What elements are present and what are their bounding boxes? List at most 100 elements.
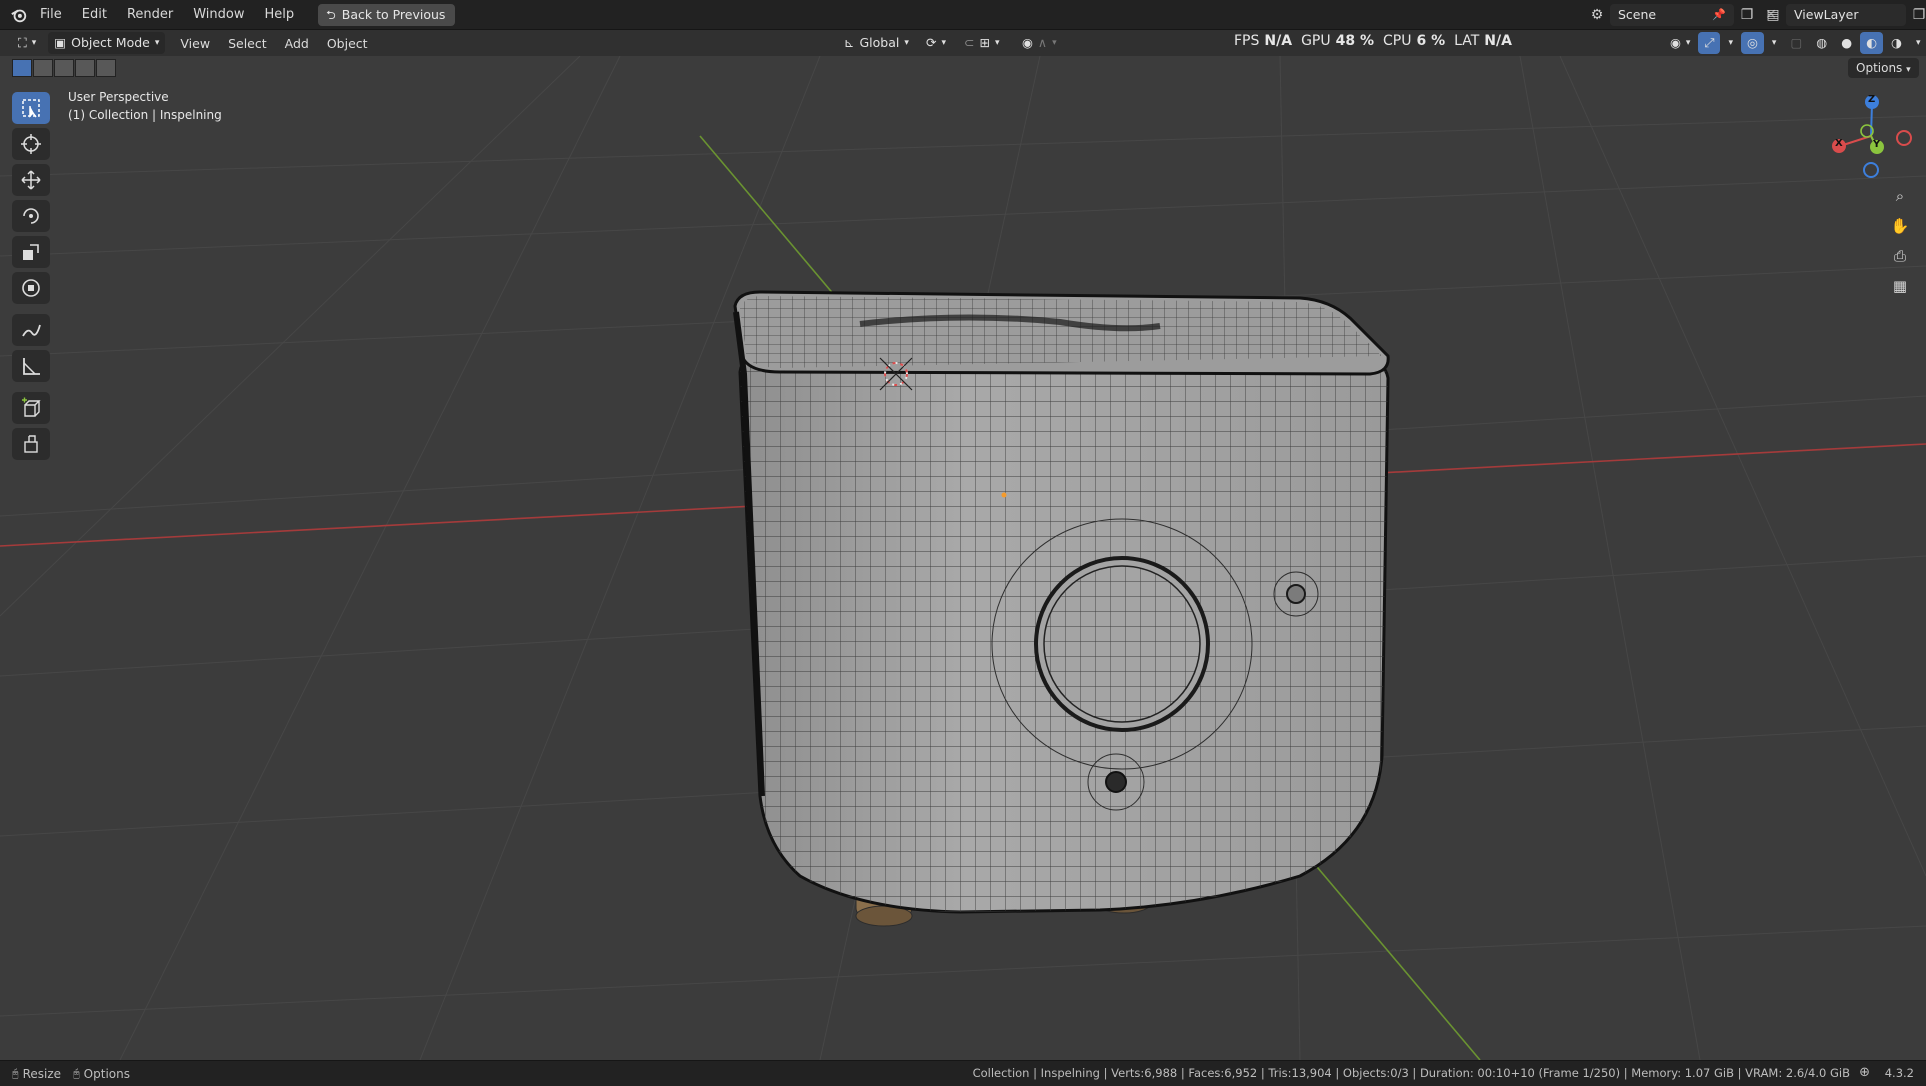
shading-solid[interactable]: ● bbox=[1835, 32, 1858, 54]
status-resize: Resize bbox=[22, 1066, 62, 1081]
measure-icon bbox=[23, 358, 40, 375]
new-view-layer-icon[interactable]: ❐ bbox=[1908, 4, 1926, 26]
rotate-tool[interactable] bbox=[12, 200, 50, 232]
select-new-icon[interactable] bbox=[12, 59, 32, 77]
selection-mode-buttons bbox=[12, 59, 116, 77]
annotate-tool[interactable] bbox=[12, 314, 50, 346]
menu-help[interactable]: Help bbox=[255, 4, 305, 26]
visibility-dropdown[interactable]: ◉ ▾ bbox=[1664, 32, 1696, 54]
gpu-label: GPU bbox=[1301, 33, 1331, 49]
scale-tool[interactable] bbox=[12, 236, 50, 268]
gizmo-options-dropdown[interactable]: ▾ bbox=[1722, 32, 1739, 54]
menu-object[interactable]: Object bbox=[318, 36, 377, 51]
select-box-icon bbox=[22, 99, 40, 118]
proportional-edit-icon: ◉ bbox=[1022, 35, 1033, 50]
transform-tool[interactable] bbox=[12, 272, 50, 304]
snap-increment-icon: ⊞ bbox=[979, 35, 990, 50]
shading-material[interactable]: ◐ bbox=[1860, 32, 1884, 54]
gizmo-dropdown[interactable]: ⤢ bbox=[1698, 32, 1721, 54]
ortho-grid-icon[interactable]: ▦ bbox=[1886, 272, 1914, 300]
annotate-icon bbox=[22, 324, 41, 337]
scene-selector-icon[interactable]: ⚙ bbox=[1586, 4, 1608, 26]
back-to-previous-label: Back to Previous bbox=[341, 6, 446, 22]
snap-dropdown[interactable]: ⊂ ⊞ ▾ bbox=[958, 32, 1006, 54]
add-cube-tool[interactable] bbox=[12, 392, 50, 424]
scene-name: Scene bbox=[1618, 7, 1657, 22]
transform-orientation-dropdown[interactable]: ⊾ Global ▾ bbox=[838, 32, 915, 54]
extrude-tool[interactable] bbox=[12, 428, 50, 460]
menu-view[interactable]: View bbox=[171, 36, 219, 51]
pan-hand-icon[interactable]: ✋ bbox=[1886, 212, 1914, 240]
measure-tool[interactable] bbox=[12, 350, 50, 382]
gizmo-y-label: Y bbox=[1873, 139, 1881, 150]
move-icon bbox=[21, 170, 41, 190]
scene-field[interactable]: Scene 📌 bbox=[1610, 4, 1734, 26]
menu-add[interactable]: Add bbox=[276, 36, 318, 51]
shading-options-dropdown[interactable]: ▾ bbox=[1910, 32, 1926, 54]
menu-file[interactable]: File bbox=[30, 4, 72, 26]
viewport-scene bbox=[0, 56, 1926, 1060]
lat-value: N/A bbox=[1484, 33, 1512, 49]
pivot-icon: ⟳ bbox=[926, 35, 937, 50]
blender-logo-icon[interactable] bbox=[8, 4, 30, 26]
xray-icon: ▢ bbox=[1790, 35, 1803, 50]
editor-type-dropdown[interactable]: ⛶ ▾ bbox=[12, 32, 42, 54]
3d-cursor-icon[interactable] bbox=[879, 357, 913, 391]
gizmo-z-negative[interactable] bbox=[1863, 162, 1879, 178]
new-scene-icon[interactable]: ❐ bbox=[1736, 4, 1758, 26]
view-layer-selector-icon[interactable]: ▤ bbox=[1762, 4, 1784, 26]
gizmo-x-negative[interactable] bbox=[1896, 130, 1912, 146]
cpu-label: CPU bbox=[1383, 33, 1412, 49]
back-to-previous-button[interactable]: ⮌ Back to Previous bbox=[318, 3, 456, 26]
camera-view-icon[interactable]: ⎙ bbox=[1886, 242, 1914, 270]
gizmo-icon: ⤢ bbox=[1704, 35, 1715, 50]
shading-wireframe[interactable]: ◍ bbox=[1810, 32, 1833, 54]
navigation-gizmo[interactable]: Z Y X bbox=[1826, 88, 1916, 178]
cursor-icon bbox=[21, 134, 41, 154]
rotate-icon bbox=[23, 208, 39, 224]
move-tool[interactable] bbox=[12, 164, 50, 196]
select-invert-icon[interactable] bbox=[75, 59, 95, 77]
3d-viewport[interactable]: User Perspective (1) Collection | Inspel… bbox=[0, 56, 1926, 1060]
scene-statistics: Collection | Inspelning | Verts:6,988 | … bbox=[972, 1066, 1850, 1080]
falloff-icon: ∧ bbox=[1037, 35, 1048, 50]
magnet-icon: ⊂ bbox=[964, 35, 975, 50]
perspective-label: User Perspective bbox=[68, 90, 169, 104]
select-subtract-icon[interactable] bbox=[54, 59, 74, 77]
solid-sphere-icon: ● bbox=[1841, 35, 1853, 50]
select-intersect-icon[interactable] bbox=[96, 59, 116, 77]
status-bar: 🖰 Resize 🖰 Options Collection | Inspelni… bbox=[0, 1060, 1926, 1086]
view-layer-name: ViewLayer bbox=[1794, 7, 1859, 22]
menu-window[interactable]: Window bbox=[183, 4, 254, 26]
view-layer-field[interactable]: ViewLayer bbox=[1786, 4, 1906, 26]
fps-value: N/A bbox=[1264, 33, 1293, 49]
extrude-icon bbox=[24, 435, 38, 453]
overlays-options-dropdown[interactable]: ▾ bbox=[1766, 32, 1783, 54]
mode-dropdown[interactable]: ▣ Object Mode ▾ bbox=[48, 32, 166, 54]
xray-toggle[interactable]: ▢ bbox=[1784, 32, 1808, 54]
object-mode-icon: ▣ bbox=[54, 35, 67, 50]
select-extend-icon[interactable] bbox=[33, 59, 53, 77]
status-options: Options bbox=[83, 1066, 130, 1081]
object-origin-point bbox=[1001, 492, 1007, 498]
mouse-icon: 🖰 bbox=[73, 1066, 80, 1080]
mode-label: Object Mode bbox=[71, 35, 150, 50]
select-box-tool[interactable] bbox=[12, 92, 50, 124]
zoom-icon[interactable]: ⌕ bbox=[1886, 182, 1914, 210]
gpu-value: 48 % bbox=[1335, 33, 1374, 49]
cursor-tool[interactable] bbox=[12, 128, 50, 160]
menu-select[interactable]: Select bbox=[219, 36, 276, 51]
menu-edit[interactable]: Edit bbox=[72, 4, 117, 26]
gizmo-z-label: Z bbox=[1868, 94, 1876, 105]
wireframe-sphere-icon: ◍ bbox=[1816, 35, 1828, 50]
shading-rendered[interactable]: ◑ bbox=[1885, 32, 1908, 54]
cpu-value: 6 % bbox=[1416, 33, 1446, 49]
options-button[interactable]: Options ▾ bbox=[1848, 58, 1919, 78]
3d-viewport-icon: ⛶ bbox=[18, 35, 27, 50]
overlays-icon: ◎ bbox=[1747, 35, 1758, 50]
menu-render[interactable]: Render bbox=[117, 4, 183, 26]
overlays-dropdown[interactable]: ◎ bbox=[1741, 32, 1764, 54]
mouse-icon: 🖰 bbox=[12, 1066, 19, 1080]
proportional-edit-dropdown[interactable]: ◉ ∧ ▾ bbox=[1016, 32, 1063, 54]
pivot-point-dropdown[interactable]: ⟳ ▾ bbox=[920, 32, 952, 54]
